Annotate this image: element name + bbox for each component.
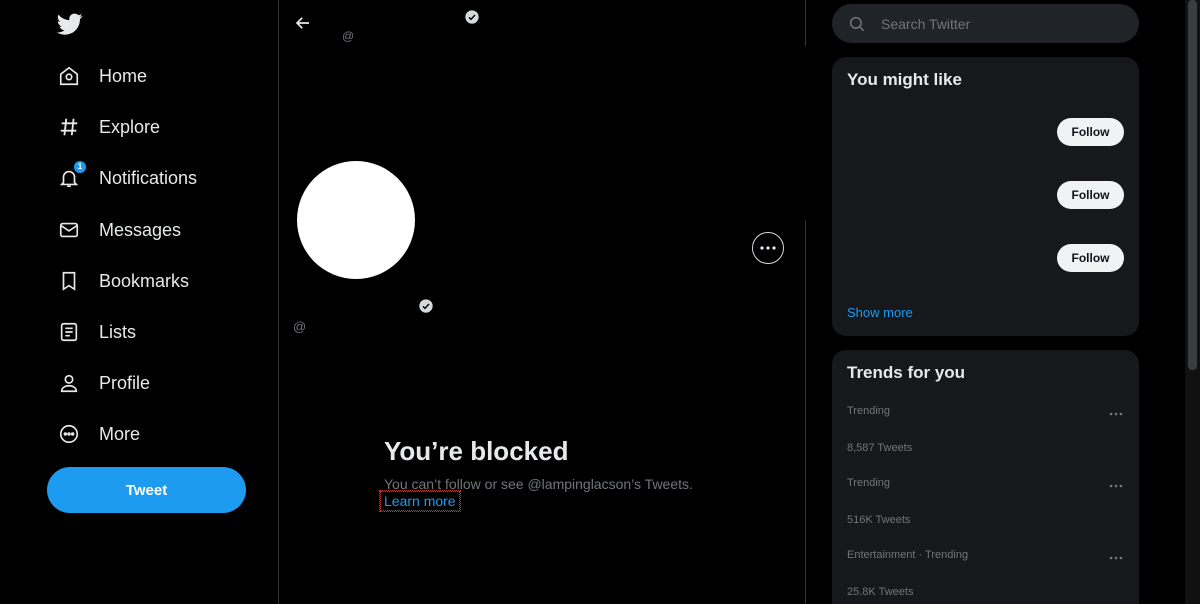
search-placeholder: Search Twitter (881, 15, 971, 32)
verified-badge-icon (465, 10, 479, 24)
twitter-logo-icon[interactable] (57, 11, 83, 37)
trend-count: 25.8K Tweets (847, 586, 914, 598)
nav-notifications-label: Notifications (99, 167, 198, 188)
nav-explore-label: Explore (99, 116, 161, 137)
nav-profile-label: Profile (99, 372, 151, 393)
trend-meta: Trending (847, 405, 891, 417)
profile-avatar[interactable] (297, 161, 415, 279)
ellipsis-icon[interactable] (1108, 410, 1124, 418)
follow-button[interactable]: Follow (1057, 118, 1124, 146)
hashtag-icon (56, 114, 82, 140)
bell-icon: 1 (56, 161, 86, 191)
you-might-like-card: You might like Follow Follow Follow Show… (832, 57, 1139, 336)
nav-bookmarks[interactable]: Bookmarks (56, 263, 189, 299)
nav-explore[interactable]: Explore (56, 109, 160, 145)
nav-more[interactable]: More (56, 416, 140, 452)
nav-lists-label: Lists (99, 321, 137, 342)
nav-profile[interactable]: Profile (56, 365, 150, 401)
bookmark-icon (56, 268, 82, 294)
verified-badge-icon (419, 299, 433, 313)
left-sidebar: Home Explore 1 Notifications Messages Bo… (0, 0, 279, 604)
notification-badge: 1 (74, 161, 86, 173)
blocked-title: You’re blocked (384, 436, 569, 466)
card-title: Trends for you (847, 363, 966, 382)
show-more-link[interactable]: Show more (847, 305, 913, 320)
nav-lists[interactable]: Lists (56, 314, 136, 350)
person-icon (56, 370, 82, 396)
trend-meta: Trending (847, 477, 891, 489)
scrollbar-thumb[interactable] (1188, 0, 1197, 370)
divider (805, 220, 806, 604)
follow-button[interactable]: Follow (1057, 181, 1124, 209)
more-circle-icon (56, 421, 82, 447)
trends-card: Trends for you Trending 8,587 Tweets Tre… (832, 350, 1139, 604)
card-title: You might like (847, 70, 962, 89)
blocked-description: You can’t follow or see @lampinglacson’s… (384, 476, 693, 492)
nav-messages[interactable]: Messages (56, 212, 181, 248)
tweet-button[interactable]: Tweet (47, 467, 246, 513)
profile-handle: @ (293, 319, 307, 334)
trend-meta: Entertainment · Trending (847, 549, 969, 561)
nav-home-label: Home (99, 65, 148, 86)
trend-count: 516K Tweets (847, 514, 911, 526)
envelope-icon (56, 217, 82, 243)
ellipsis-icon[interactable] (1108, 554, 1124, 562)
trend-count: 8,587 Tweets (847, 442, 913, 454)
nav-home[interactable]: Home (56, 58, 147, 94)
search-input[interactable]: Search Twitter (832, 4, 1139, 43)
profile-more-button[interactable] (752, 232, 784, 264)
ellipsis-icon (760, 246, 776, 250)
learn-more-link[interactable]: Learn more (379, 490, 461, 512)
nav-more-label: More (99, 423, 141, 444)
divider (805, 0, 806, 46)
follow-button[interactable]: Follow (1057, 244, 1124, 272)
home-icon (56, 63, 82, 89)
nav-messages-label: Messages (99, 219, 182, 240)
nav-notifications[interactable]: 1 Notifications (56, 160, 197, 196)
back-arrow-icon[interactable] (294, 14, 312, 32)
ellipsis-icon[interactable] (1108, 482, 1124, 490)
nav-bookmarks-label: Bookmarks (99, 270, 190, 291)
main-column: @ @ You’re blocked You can’t follow or s… (279, 0, 806, 604)
list-icon (56, 319, 82, 345)
search-icon (849, 16, 865, 31)
header-handle: @ (342, 29, 355, 43)
